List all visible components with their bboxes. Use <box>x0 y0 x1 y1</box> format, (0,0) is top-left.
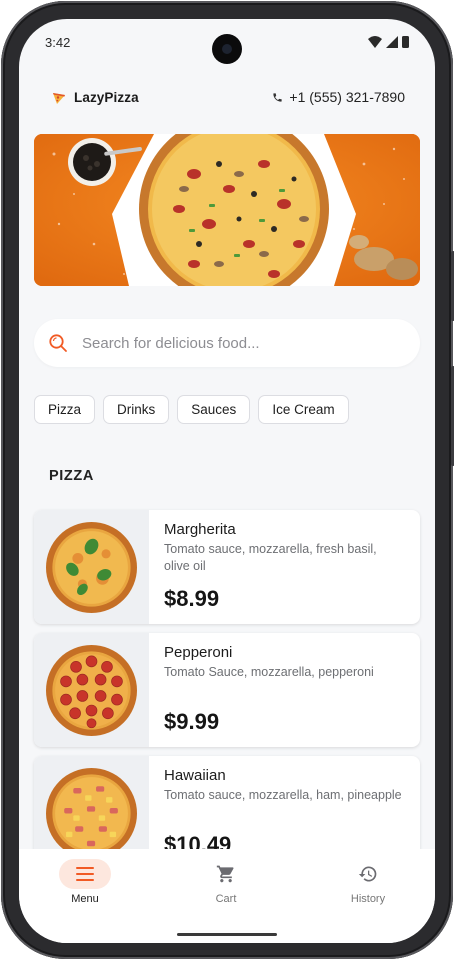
hero-banner <box>34 134 420 286</box>
pizza-slice-icon <box>53 93 65 104</box>
product-description: Tomato sauce, mozzarella, ham, pineapple <box>164 788 402 802</box>
chip-pizza[interactable]: Pizza <box>34 395 96 424</box>
phone-number: +1 (555) 321-7890 <box>289 89 405 105</box>
wifi-icon <box>368 36 382 48</box>
cart-icon <box>216 865 234 883</box>
brand-name: LazyPizza <box>74 89 139 105</box>
brand-logo[interactable]: LazyPizza <box>51 89 139 105</box>
home-indicator[interactable] <box>177 933 277 936</box>
bottom-navigation: Menu Cart History <box>19 849 435 943</box>
product-image <box>34 633 149 747</box>
product-name: Pepperoni <box>164 644 233 661</box>
product-description: Tomato Sauce, mozzarella, pepperoni <box>164 665 374 679</box>
pizza-banner-image <box>34 134 420 286</box>
search-bar[interactable] <box>34 319 420 367</box>
app-screen: 3:42 LazyPizza +1 (555) 321-7890 Search … <box>19 19 435 943</box>
product-price: $9.99 <box>164 709 220 734</box>
status-bar: 3:42 <box>19 19 435 65</box>
battery-icon <box>402 36 409 48</box>
history-icon <box>358 866 377 882</box>
nav-pill-cart <box>200 859 252 889</box>
nav-label-menu: Menu <box>71 893 99 905</box>
signal-icon <box>386 36 398 48</box>
phone-icon <box>273 92 283 102</box>
front-camera <box>212 34 242 64</box>
product-card[interactable]: Pepperoni Tomato Sauce, mozzarella, pepp… <box>34 633 420 747</box>
nav-item-history[interactable]: History <box>328 859 408 905</box>
chip-drinks[interactable]: Drinks <box>103 395 170 424</box>
category-chips: Pizza Drinks Sauces Ice Cream <box>34 395 349 424</box>
menu-icon <box>76 867 94 881</box>
product-name: Margherita <box>164 521 236 538</box>
nav-item-cart[interactable]: Cart <box>186 859 266 905</box>
product-list: Margherita Tomato sauce, mozzarella, fre… <box>34 510 420 879</box>
search-input[interactable] <box>82 334 382 352</box>
nav-label-cart: Cart <box>215 893 237 905</box>
phone-frame: 3:42 LazyPizza +1 (555) 321-7890 Search … <box>1 1 454 959</box>
product-image <box>34 510 149 624</box>
phone-number-link[interactable]: +1 (555) 321-7890 <box>272 89 405 105</box>
nav-item-menu[interactable]: Menu <box>45 859 125 905</box>
status-time: 3:42 <box>45 35 71 50</box>
nav-pill-menu <box>59 859 111 889</box>
product-name: Hawaiian <box>164 767 226 784</box>
product-description: Tomato sauce, mozzarella, fresh basil, o… <box>164 542 377 573</box>
hawaiian-pizza-image <box>46 768 137 859</box>
nav-pill-history <box>342 859 394 889</box>
pepperoni-pizza-image <box>46 645 137 736</box>
product-card[interactable]: Margherita Tomato sauce, mozzarella, fre… <box>34 510 420 624</box>
search-icon <box>49 334 67 352</box>
margherita-pizza-image <box>46 522 137 613</box>
section-title: PIZZA <box>49 468 94 484</box>
nav-label-history: History <box>350 893 386 905</box>
chip-ice-cream[interactable]: Ice Cream <box>258 395 349 424</box>
product-price: $8.99 <box>164 586 220 611</box>
app-header: LazyPizza +1 (555) 321-7890 <box>19 89 435 119</box>
chip-sauces[interactable]: Sauces <box>177 395 251 424</box>
